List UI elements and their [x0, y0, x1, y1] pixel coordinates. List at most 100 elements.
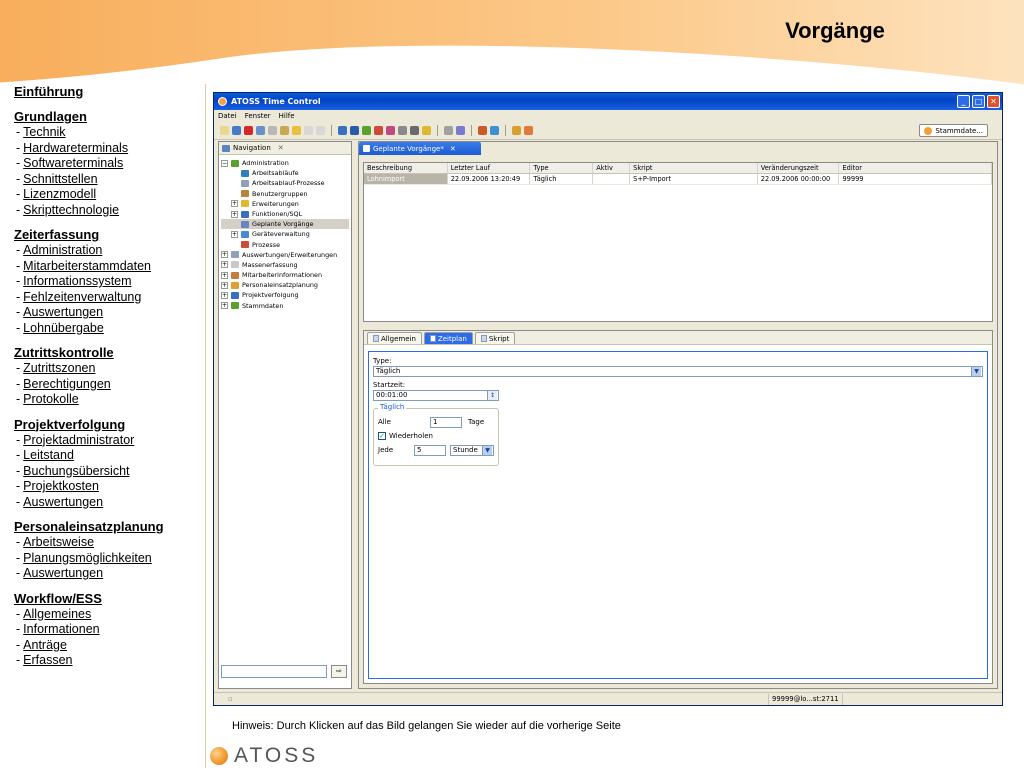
expand-icon[interactable]: +	[221, 292, 228, 300]
chart-icon[interactable]	[456, 126, 465, 135]
outline-link[interactable]: Skripttechnologie	[23, 203, 119, 217]
outline-link[interactable]: Hardwareterminals	[23, 141, 128, 155]
tree-item[interactable]: Geplante Vorgänge	[221, 219, 349, 230]
start-time-input[interactable]: 00:01:00 ↕	[373, 390, 499, 401]
outline-link[interactable]: Leitstand	[23, 448, 74, 462]
back-icon[interactable]	[304, 126, 313, 135]
print-icon[interactable]	[256, 126, 265, 135]
outline-link[interactable]: Auswertungen	[23, 305, 103, 319]
column-header[interactable]: Letzter Lauf	[448, 163, 531, 173]
outline-link[interactable]: Auswertungen	[23, 566, 103, 580]
column-header[interactable]: Skript	[630, 163, 758, 173]
outline-link[interactable]: Schnittstellen	[23, 172, 97, 186]
outline-link[interactable]: Allgemeines	[23, 607, 91, 621]
tree-item[interactable]: + Geräteverwaltung	[221, 229, 349, 239]
expand-icon[interactable]: +	[221, 281, 228, 289]
column-header[interactable]: Type	[530, 163, 594, 173]
forward-icon[interactable]	[316, 126, 325, 135]
unit-select[interactable]: Stunde ▼	[450, 444, 494, 456]
clock-icon[interactable]	[374, 126, 383, 135]
tab-skript[interactable]: Skript	[474, 332, 516, 344]
outline-link[interactable]: Planungsmöglichkeiten	[23, 551, 152, 565]
column-header[interactable]: Veränderungszeit	[758, 163, 840, 173]
navigation-search-button[interactable]: ⇨	[331, 665, 347, 678]
close-tab-icon[interactable]: ✕	[450, 145, 456, 153]
outline-link[interactable]: Lizenzmodell	[23, 187, 96, 201]
outline-heading[interactable]: Einführung	[14, 84, 204, 100]
copy-icon[interactable]	[268, 126, 277, 135]
table-row[interactable]: Lohnimport 22.09.2006 13:20:49 Täglich S+P-…	[364, 174, 992, 185]
menu-item[interactable]: Fenster	[245, 112, 271, 120]
tab-geplante-vorgaenge[interactable]: Geplante Vorgänge* ✕	[359, 142, 481, 155]
expand-icon[interactable]: +	[231, 200, 238, 208]
paste-icon[interactable]	[280, 126, 289, 135]
tree-item[interactable]: Arbeitsabläufe	[221, 168, 349, 178]
outline-link[interactable]: Softwareterminals	[23, 156, 123, 170]
outline-link[interactable]: Buchungsübersicht	[23, 464, 129, 478]
outline-heading[interactable]: Zeiterfassung	[14, 227, 204, 243]
refresh-icon[interactable]	[386, 126, 395, 135]
monitor-icon[interactable]	[350, 126, 359, 135]
close-icon[interactable]: ✕	[987, 95, 1000, 108]
column-header[interactable]: Editor	[839, 163, 992, 173]
outline-link[interactable]: Erfassen	[23, 653, 72, 667]
tree-item[interactable]: + Mitarbeiterinformationen	[221, 270, 349, 280]
tree-item[interactable]: Arbeitsablauf-Prozesse	[221, 178, 349, 188]
expand-icon[interactable]: +	[221, 261, 228, 269]
tree-item[interactable]: − Administration	[221, 158, 349, 168]
outline-heading[interactable]: Projektverfolgung	[14, 417, 204, 433]
person-icon[interactable]	[512, 126, 521, 135]
outline-link[interactable]: Auswertungen	[23, 495, 103, 509]
new-icon[interactable]	[220, 126, 229, 135]
app-titlebar[interactable]: ATOSS Time Control _ □ ✕	[214, 93, 1002, 110]
expand-icon[interactable]: +	[221, 302, 228, 310]
outline-link[interactable]: Technik	[23, 125, 65, 139]
outline-heading[interactable]: Zutrittskontrolle	[14, 345, 204, 361]
leaf-icon[interactable]	[362, 126, 371, 135]
spinner-icon[interactable]: ↕	[487, 391, 497, 400]
expand-icon[interactable]: +	[231, 210, 238, 218]
save-icon[interactable]	[232, 126, 241, 135]
outline-link[interactable]: Lohnübergabe	[23, 321, 104, 335]
undo-icon[interactable]	[292, 126, 301, 135]
tree-item[interactable]: + Funktionen/SQL	[221, 209, 349, 219]
stammdaten-button[interactable]: Stammdate...	[919, 124, 988, 137]
maximize-icon[interactable]: □	[972, 95, 985, 108]
outline-heading[interactable]: Personaleinsatzplanung	[14, 519, 204, 535]
expand-icon[interactable]: +	[221, 251, 228, 259]
tab-navigation[interactable]: Navigation ✕	[219, 142, 351, 155]
outline-link[interactable]: Zutrittszonen	[23, 361, 95, 375]
tree-item[interactable]: Benutzergruppen	[221, 189, 349, 199]
outline-link[interactable]: Administration	[23, 243, 102, 257]
calendar-icon[interactable]	[338, 126, 347, 135]
outline-link[interactable]: Projektkosten	[23, 479, 99, 493]
tree-item[interactable]: + Erweiterungen	[221, 199, 349, 209]
tree-item[interactable]: + Massenerfassung	[221, 260, 349, 270]
outline-link[interactable]: Protokolle	[23, 392, 79, 406]
outline-link[interactable]: Berechtigungen	[23, 377, 111, 391]
wiederholen-checkbox[interactable]: ✓	[378, 432, 386, 440]
chevron-down-icon[interactable]: ▼	[971, 367, 981, 376]
app-window[interactable]: ATOSS Time Control _ □ ✕ Datei Fenster Hil…	[213, 92, 1003, 706]
export-icon[interactable]	[524, 126, 533, 135]
navigation-search-input[interactable]	[221, 665, 327, 678]
pen-icon[interactable]	[410, 126, 419, 135]
tools-icon[interactable]	[478, 126, 487, 135]
tree-item[interactable]: + Stammdaten	[221, 301, 349, 311]
minimize-icon[interactable]: _	[957, 95, 970, 108]
glasses-icon[interactable]	[444, 126, 453, 135]
column-header[interactable]: Aktiv	[593, 163, 631, 173]
tab-allgemein[interactable]: Allgemein	[367, 332, 422, 344]
menu-item[interactable]: Hilfe	[279, 112, 295, 120]
delete-icon[interactable]	[244, 126, 253, 135]
outline-heading[interactable]: Grundlagen	[14, 109, 204, 125]
expand-icon[interactable]: +	[231, 230, 238, 238]
outline-link[interactable]: Informationssystem	[23, 274, 131, 288]
tree-item[interactable]: Prozesse	[221, 240, 349, 250]
group-icon[interactable]	[422, 126, 431, 135]
outline-link[interactable]: Arbeitsweise	[23, 535, 94, 549]
close-tab-icon[interactable]: ✕	[278, 144, 284, 152]
jede-input[interactable]: 5	[414, 444, 446, 456]
menu-item[interactable]: Datei	[218, 112, 237, 120]
sum-icon[interactable]	[398, 126, 407, 135]
